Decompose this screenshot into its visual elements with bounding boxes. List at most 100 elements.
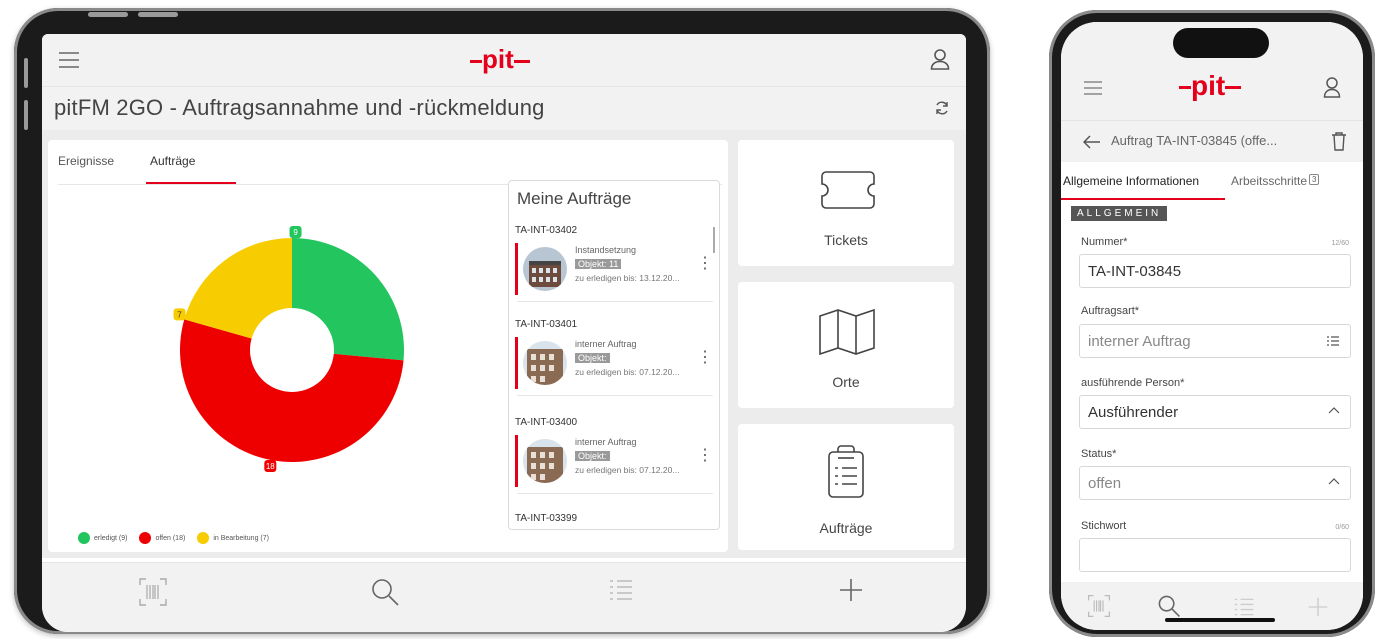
order-object: Objekt: — [575, 451, 610, 461]
order-card[interactable]: TA-INT-03401 interner Auftrag Objekt: zu… — [515, 319, 715, 389]
tab-ereignisse[interactable]: Ereignisse — [58, 154, 114, 168]
order-type: Instandsetzung — [575, 245, 637, 255]
tablet-side-button — [24, 100, 28, 130]
legend-item-offen: offen (18) — [139, 532, 185, 544]
chart-legend: erledigt (9) offen (18) in Bearbeitung (… — [78, 532, 269, 544]
tile-label: Aufträge — [819, 520, 873, 536]
priority-bar — [515, 243, 518, 295]
barcode-icon[interactable] — [138, 577, 168, 607]
active-tab-indicator — [1061, 198, 1225, 200]
legend-swatch — [197, 532, 210, 544]
detail-tabs: Allgemeine Informationen Arbeitsschritte… — [1061, 162, 1363, 204]
order-id: TA-INT-03402 — [515, 225, 578, 236]
more-options-icon[interactable]: ⋮ — [697, 445, 713, 465]
divider — [517, 301, 713, 302]
ticket-icon — [820, 170, 876, 210]
priority-bar — [515, 337, 518, 389]
orders-donut-chart: 9 18 7 — [173, 226, 404, 472]
order-card[interactable]: TA-INT-03400 interner Auftrag Objekt: zu… — [515, 417, 715, 487]
bottom-navigation — [1061, 582, 1363, 630]
more-options-icon[interactable]: ⋮ — [697, 253, 713, 273]
building-photo — [523, 439, 567, 483]
tile-label: Tickets — [824, 232, 868, 248]
divider — [517, 493, 713, 494]
divider — [517, 395, 713, 396]
pie-slice-in-bearbeitung[interactable] — [184, 238, 292, 339]
tablet-power-button — [24, 58, 28, 88]
order-card[interactable]: TA-INT-03399 — [515, 513, 715, 524]
more-options-icon[interactable]: ⋮ — [697, 347, 713, 367]
field-label: Stichwort — [1081, 520, 1127, 532]
order-card[interactable]: TA-INT-03402 Instandsetzung Objekt: 11 z… — [515, 225, 715, 295]
pie-slice-erledigt[interactable] — [292, 238, 404, 361]
stichwort-field[interactable] — [1079, 538, 1351, 572]
field-label: Status* — [1081, 448, 1117, 460]
dashboard-body: Ereignisse Aufträge 9 18 7 erledigt (9) of… — [42, 130, 966, 558]
data-label-text: 18 — [266, 462, 275, 471]
tablet-screen: pit pitFM 2GO - Auftragsannahme und -rüc… — [42, 34, 966, 632]
home-indicator — [1165, 618, 1275, 622]
data-label: 9 — [289, 226, 302, 239]
phone-device: pit Auftrag TA-INT-03845 (offe... Allgem… — [1049, 10, 1375, 637]
order-id: TA-INT-03400 — [515, 417, 578, 428]
building-photo — [523, 247, 567, 291]
count-badge: 3 — [1309, 174, 1320, 185]
plus-icon[interactable] — [838, 577, 864, 603]
legend-swatch — [139, 532, 152, 544]
hamburger-menu-icon[interactable] — [58, 51, 80, 69]
list-icon[interactable] — [1326, 335, 1340, 347]
tab-allgemeine-informationen[interactable]: Allgemeine Informationen — [1063, 174, 1199, 188]
nummer-field[interactable]: TA-INT-03845 — [1079, 254, 1351, 288]
statistics-panel: Ereignisse Aufträge 9 18 7 erledigt (9) of… — [48, 140, 728, 552]
order-type: interner Auftrag — [575, 437, 637, 447]
chevron-up-icon[interactable] — [1328, 406, 1340, 414]
ausfuehrende-person-select[interactable]: Ausführender — [1079, 395, 1351, 429]
order-id: TA-INT-03399 — [515, 513, 578, 524]
list-icon[interactable] — [1233, 596, 1255, 618]
map-icon — [818, 308, 876, 356]
auftragsart-field[interactable]: interner Auftrag — [1079, 324, 1351, 358]
tile-auftraege[interactable]: Aufträge — [738, 424, 954, 550]
data-label-text: 9 — [293, 228, 298, 237]
search-icon[interactable] — [370, 577, 400, 607]
user-profile-icon[interactable] — [1323, 76, 1341, 98]
field-label: Nummer* — [1081, 236, 1128, 248]
tile-tickets[interactable]: Tickets — [738, 140, 954, 266]
tab-auftraege[interactable]: Aufträge — [150, 154, 195, 168]
trash-icon[interactable] — [1331, 131, 1347, 151]
data-label-text: 7 — [177, 310, 182, 319]
status-select[interactable]: offen — [1079, 466, 1351, 500]
order-due-date: zu erledigen bis: 07.12.20... — [575, 465, 680, 475]
data-label: 7 — [173, 308, 186, 321]
barcode-icon[interactable] — [1087, 594, 1111, 618]
field-label: Auftragsart* — [1081, 305, 1140, 317]
hamburger-menu-icon[interactable] — [1083, 80, 1103, 96]
refresh-icon[interactable] — [934, 100, 950, 116]
legend-swatch — [78, 532, 90, 544]
phone-screen: pit Auftrag TA-INT-03845 (offe... Allgem… — [1061, 22, 1363, 630]
tile-orte[interactable]: Orte — [738, 282, 954, 408]
list-icon[interactable] — [608, 577, 634, 603]
pit-logo: pit — [470, 44, 530, 75]
chevron-up-icon[interactable] — [1328, 477, 1340, 485]
order-due-date: zu erledigen bis: 13.12.20... — [575, 273, 680, 283]
top-app-bar: pit — [42, 34, 966, 86]
order-object: Objekt: 11 — [575, 259, 622, 269]
camera-notch — [1173, 28, 1269, 58]
search-icon[interactable] — [1157, 594, 1181, 618]
back-arrow-icon[interactable] — [1083, 135, 1101, 149]
order-type: interner Auftrag — [575, 339, 637, 349]
user-profile-icon[interactable] — [930, 48, 950, 70]
app-title-bar: pitFM 2GO - Auftragsannahme und -rückmel… — [42, 86, 966, 130]
active-tab-indicator — [146, 182, 236, 184]
tile-label: Orte — [832, 374, 860, 390]
order-detail-title: Auftrag TA-INT-03845 (offe... — [1111, 133, 1278, 148]
tab-arbeitsschritte[interactable]: Arbeitsschritte 3 — [1231, 174, 1320, 188]
order-due-date: zu erledigen bis: 07.12.20... — [575, 367, 680, 377]
tablet-volume-button — [88, 12, 128, 17]
order-object: Objekt: — [575, 353, 610, 363]
my-orders-panel: Meine Aufträge TA-INT-03402 Instandsetzu… — [508, 180, 720, 530]
character-counter: 0/60 — [1335, 524, 1349, 531]
bottom-navigation — [42, 562, 966, 632]
plus-icon[interactable] — [1307, 596, 1329, 618]
